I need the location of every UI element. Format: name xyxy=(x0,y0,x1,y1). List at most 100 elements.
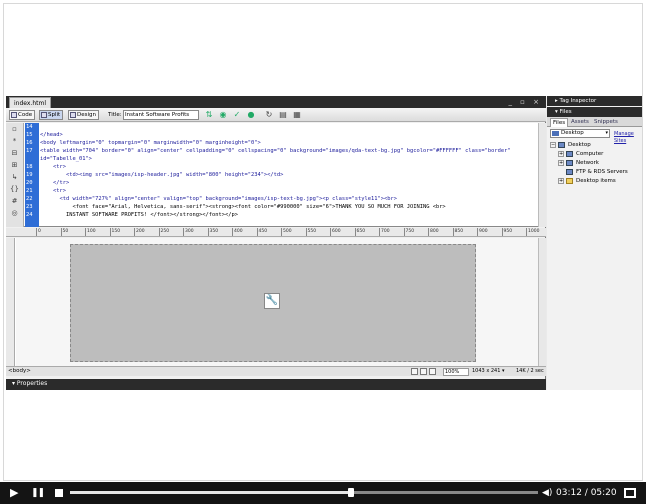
line-number: 22 xyxy=(26,196,33,202)
code-line: id="Tabelle_01"> xyxy=(40,156,92,162)
code-line: INSTANT SOFTWARE PROFITS! </font></stron… xyxy=(40,212,238,218)
tag-selector[interactable]: <body> xyxy=(8,367,31,376)
server-icon xyxy=(566,168,573,175)
manage-sites-link[interactable]: Manage Sites xyxy=(614,131,642,145)
line-number: 17 xyxy=(26,148,33,154)
tree-item-network[interactable]: + Network xyxy=(558,159,599,167)
ruler-tick: 850 xyxy=(452,228,464,236)
code-line: <td><img src="images/isp-header.jpg" wid… xyxy=(40,172,284,178)
file-management-icon[interactable]: ⇅ xyxy=(204,110,214,120)
ruler-tick: 550 xyxy=(305,228,317,236)
zoom-tool-icon[interactable] xyxy=(429,368,436,375)
expand-icon[interactable]: + xyxy=(558,150,564,157)
plugin-placeholder-icon[interactable]: 🔧 xyxy=(264,293,280,309)
window-controls[interactable]: _ ▫ × xyxy=(508,97,542,107)
coding-toolbar: ▫ * ⊟ ⊞ ↳ {} # ◎ xyxy=(6,123,24,227)
code-scrollbar[interactable] xyxy=(538,123,546,227)
ruler-tick: 600 xyxy=(330,228,341,236)
code-line: <td width="727%" align="center" valign="… xyxy=(40,196,397,202)
tree-item-label: Desktop xyxy=(568,142,591,148)
visual-aids-icon[interactable]: ▦ xyxy=(292,110,302,120)
design-scrollbar[interactable] xyxy=(538,238,546,366)
tab-assets[interactable]: Assets xyxy=(569,118,591,126)
collapse-icon[interactable]: − xyxy=(550,141,556,148)
page-table-placeholder[interactable]: 🔧 xyxy=(70,244,476,362)
window-size-select[interactable]: 1043 x 241 ▾ xyxy=(472,367,505,376)
play-icon[interactable]: ▶ xyxy=(10,486,18,500)
code-line: <table width="704" border="0" align="cen… xyxy=(40,148,511,154)
ruler-tick: 650 xyxy=(354,228,366,236)
code-view-icon xyxy=(11,112,17,118)
stop-icon[interactable] xyxy=(55,489,63,497)
code-view-label: Code xyxy=(18,112,33,118)
line-number-gutter: 14 15 16 17 18 19 20 21 22 23 24 xyxy=(25,123,39,227)
ruler-tick: 0 xyxy=(36,228,41,236)
progress-bar[interactable] xyxy=(70,491,538,494)
code-line: <font face="Arial, Helvetica, sans-serif… xyxy=(40,204,446,210)
chevron-down-icon: ▾ xyxy=(605,130,608,136)
horizontal-ruler: 0 50 100 150 200 250 300 350 400 450 500 550 600 650 7… xyxy=(6,228,564,237)
tree-item-label: FTP & RDS Servers xyxy=(576,169,628,175)
document-tab[interactable]: index.html xyxy=(9,97,51,108)
expand-all-icon[interactable]: ⊞ xyxy=(10,161,19,169)
code-line: <tr> xyxy=(40,188,66,194)
code-editor-text[interactable]: </head> <body leftmargin="0" topmargin="… xyxy=(40,123,534,227)
tab-files[interactable]: Files xyxy=(550,118,569,127)
network-icon xyxy=(566,159,573,166)
split-view-button[interactable]: Split xyxy=(39,110,64,120)
select-parent-tag-icon[interactable]: ↳ xyxy=(10,173,19,181)
validate-markup-icon[interactable]: ● xyxy=(246,110,256,120)
balance-braces-icon[interactable]: {} xyxy=(10,185,19,193)
code-view-button[interactable]: Code xyxy=(9,110,36,120)
preview-in-browser-icon[interactable]: ◉ xyxy=(218,110,228,120)
fullscreen-icon[interactable] xyxy=(624,488,636,498)
highlight-invalid-icon[interactable]: ◎ xyxy=(10,209,19,217)
files-panel-header[interactable]: ▾ Files xyxy=(547,107,642,117)
zoom-select[interactable]: 100% xyxy=(443,368,469,376)
site-select[interactable]: Desktop ▾ xyxy=(550,129,610,138)
expand-icon[interactable]: + xyxy=(558,159,564,166)
panel-group: ▸ Tag Inspector ▾ Files Files Assets Sni… xyxy=(547,96,642,390)
line-numbers-icon[interactable]: # xyxy=(10,197,19,205)
code-view[interactable]: ▫ * ⊟ ⊞ ↳ {} # ◎ 14 15 16 17 18 19 20 21… xyxy=(6,123,546,227)
properties-panel-header[interactable]: ▾ Properties xyxy=(6,379,546,390)
tree-item-label: Computer xyxy=(576,151,604,157)
title-label: Title: xyxy=(108,112,122,118)
open-documents-icon[interactable]: ▫ xyxy=(10,125,19,133)
dreamweaver-window: index.html _ ▫ × Code Split Design Title… xyxy=(6,96,642,390)
collapse-selection-icon[interactable]: ⊟ xyxy=(10,149,19,157)
code-line: </head> xyxy=(40,132,63,138)
collapse-tag-icon[interactable]: * xyxy=(10,137,19,145)
line-number: 23 xyxy=(26,204,33,210)
player-controls: ▶ ❚❚ ◀) 03:12 / 05:20 xyxy=(0,482,646,504)
desktop-icon xyxy=(558,141,565,148)
tag-inspector-header[interactable]: ▸ Tag Inspector xyxy=(547,96,642,106)
design-view-button[interactable]: Design xyxy=(68,110,99,120)
document-titlebar: index.html _ ▫ × xyxy=(6,96,546,108)
select-tool-icon[interactable] xyxy=(411,368,418,375)
view-options-icon[interactable]: ▤ xyxy=(278,110,288,120)
volume-icon[interactable]: ◀) xyxy=(542,486,552,500)
expand-icon[interactable]: + xyxy=(558,177,564,184)
download-size-time: 14K / 2 sec xyxy=(516,368,544,374)
design-canvas[interactable]: 🔧 xyxy=(16,238,538,366)
tree-item-computer[interactable]: + Computer xyxy=(558,150,603,158)
properties-label: ▾ Properties xyxy=(12,380,48,387)
page-title-input[interactable] xyxy=(123,110,199,120)
tree-item-ftp-rds[interactable]: FTP & RDS Servers xyxy=(566,168,628,176)
tree-item-label: Desktop items xyxy=(576,178,616,184)
refresh-icon[interactable]: ↻ xyxy=(264,110,274,120)
split-view-label: Split xyxy=(48,112,61,118)
tree-item-desktop[interactable]: − Desktop xyxy=(550,141,591,149)
design-view[interactable]: 🔧 xyxy=(6,238,546,366)
check-page-icon[interactable]: ✓ xyxy=(232,110,242,120)
pause-icon[interactable]: ❚❚ xyxy=(31,487,45,499)
hand-tool-icon[interactable] xyxy=(420,368,427,375)
tab-snippets[interactable]: Snippets xyxy=(592,118,620,126)
ruler-tick: 900 xyxy=(477,228,488,236)
tree-item-desktop-items[interactable]: + Desktop items xyxy=(558,177,616,185)
design-view-label: Design xyxy=(77,112,96,118)
progress-handle[interactable] xyxy=(347,488,354,497)
ruler-tick: 500 xyxy=(281,228,292,236)
progress-fill xyxy=(70,491,351,494)
